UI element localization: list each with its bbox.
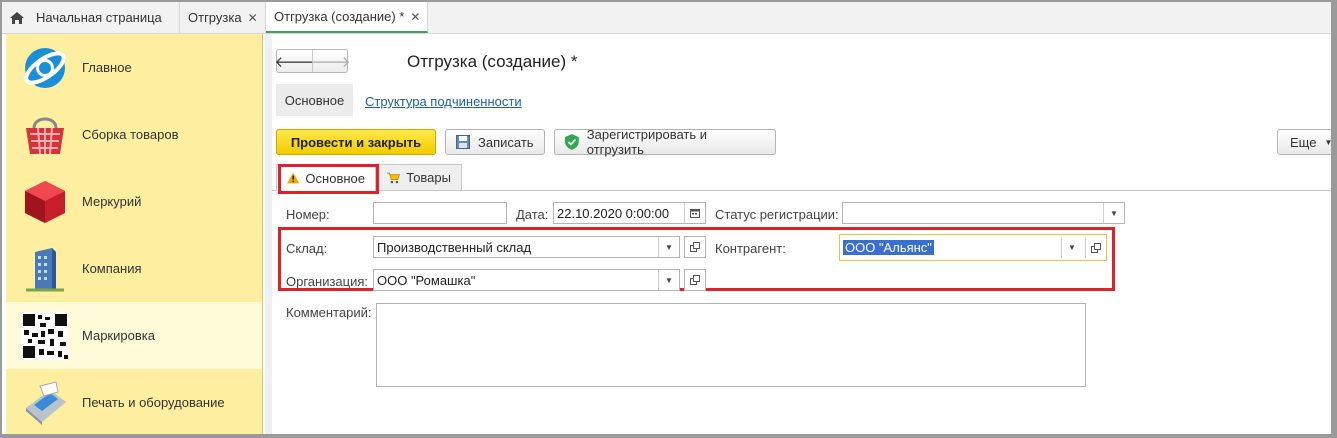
- open-window-icon: [690, 242, 700, 252]
- date-input[interactable]: 22.10.2020 0:00:00: [553, 202, 706, 224]
- tab-home[interactable]: Начальная страница: [2, 2, 180, 33]
- open-window-icon: [690, 275, 700, 285]
- organization-select[interactable]: ООО "Ромашка" ▼: [373, 269, 680, 291]
- subnav-main[interactable]: Основное: [276, 84, 353, 116]
- register-label: Зарегистрировать и отгрузить: [586, 127, 708, 157]
- window-tab-bar: Начальная страница Отгрузка ✕ Отгрузка (…: [2, 2, 1331, 34]
- more-menu-button[interactable]: Еще ▼: [1277, 129, 1331, 155]
- floppy-disk-icon: [456, 135, 470, 149]
- close-icon[interactable]: ✕: [248, 11, 258, 25]
- sidebar-item-marking[interactable]: Маркировка: [6, 302, 262, 369]
- warehouse-value: Производственный склад: [377, 239, 532, 255]
- sidebar-item-label: Главное: [82, 60, 132, 75]
- comment-label: Комментарий:: [286, 305, 372, 320]
- comment-textarea[interactable]: [376, 303, 1086, 387]
- open-warehouse-button[interactable]: [684, 236, 706, 258]
- chevron-down-icon[interactable]: ▼: [658, 270, 679, 290]
- tab-label: Отгрузка (создание) *: [274, 9, 405, 24]
- subnav-structure-link[interactable]: Структура подчиненности: [365, 94, 522, 109]
- qr-code-icon: [21, 311, 69, 360]
- save-button[interactable]: Записать: [445, 129, 545, 155]
- tab-goods-label: Товары: [406, 170, 451, 185]
- cart-icon: [387, 172, 401, 183]
- sidebar-item-label: Сборка товаров: [82, 127, 179, 142]
- forward-button[interactable]: 🡒: [310, 50, 351, 72]
- app-window: Начальная страница Отгрузка ✕ Отгрузка (…: [2, 2, 1331, 434]
- page-title: Отгрузка (создание) *: [407, 52, 578, 71]
- tab-label: Начальная страница: [36, 10, 162, 25]
- calendar-button[interactable]: [684, 203, 705, 223]
- arrow-right-icon: 🡒: [310, 53, 351, 71]
- chevron-down-icon[interactable]: ▼: [1061, 237, 1082, 258]
- sidebar: Главное Сборка товаров Меркурий Компания…: [6, 34, 263, 434]
- basket-icon: [26, 117, 64, 154]
- organization-value: ООО "Ромашка": [377, 272, 476, 288]
- more-label: Еще: [1290, 134, 1317, 150]
- back-button[interactable]: 🡐: [274, 50, 315, 72]
- tab-shipment-create[interactable]: Отгрузка (создание) * ✕: [266, 2, 428, 33]
- history-nav: 🡐 🡒: [274, 49, 351, 73]
- sidebar-item-main[interactable]: Главное: [6, 34, 262, 101]
- tab-label: Отгрузка: [188, 10, 242, 25]
- tab-shipment[interactable]: Отгрузка ✕: [180, 2, 266, 33]
- chevron-down-icon[interactable]: ▼: [1103, 203, 1124, 223]
- sidebar-item-mercury[interactable]: Меркурий: [6, 168, 262, 235]
- register-and-ship-button[interactable]: Зарегистрировать и отгрузить: [554, 127, 776, 157]
- sidebar-item-assembly[interactable]: Сборка товаров: [6, 101, 262, 168]
- open-contractor-button[interactable]: [1085, 237, 1106, 258]
- registration-status-label: Статус регистрации:: [715, 207, 839, 222]
- open-window-icon: [1091, 242, 1101, 253]
- home-icon: [10, 11, 24, 24]
- contractor-label: Контрагент:: [715, 241, 786, 256]
- registration-status-select[interactable]: ▼: [842, 202, 1125, 224]
- globe-icon: [24, 47, 66, 88]
- sidebar-item-label: Печать и оборудование: [82, 395, 225, 410]
- sidebar-item-print-equipment[interactable]: Печать и оборудование: [6, 369, 262, 434]
- sidebar-item-label: Меркурий: [82, 194, 142, 209]
- building-icon: [26, 247, 64, 291]
- date-label: Дата:: [516, 207, 549, 222]
- chevron-down-icon: ▼: [1324, 137, 1331, 147]
- warehouse-select[interactable]: Производственный склад ▼: [373, 236, 680, 258]
- sidebar-item-company[interactable]: Компания: [6, 235, 262, 302]
- open-organization-button[interactable]: [684, 269, 706, 291]
- organization-label: Организация:: [286, 274, 369, 289]
- cube-icon: [25, 180, 65, 223]
- contractor-select[interactable]: ООО "Альянс" ▼: [839, 234, 1107, 261]
- shield-check-icon: [565, 134, 579, 150]
- document-form: 🡐 🡒 Отгрузка (создание) * Основное Струк…: [272, 34, 1331, 434]
- terminal-icon: [26, 380, 66, 425]
- sidebar-item-label: Маркировка: [82, 328, 155, 343]
- sidebar-item-label: Компания: [82, 261, 142, 276]
- arrow-left-icon: 🡐: [274, 53, 315, 71]
- post-and-close-button[interactable]: Провести и закрыть: [276, 129, 436, 155]
- number-input[interactable]: [373, 202, 507, 224]
- warehouse-label: Склад:: [286, 241, 328, 256]
- close-icon[interactable]: ✕: [410, 10, 420, 24]
- tab-goods[interactable]: Товары: [376, 164, 462, 190]
- calendar-icon: [690, 209, 700, 218]
- form-tab-bar: Основное Товары: [272, 164, 1331, 191]
- number-label: Номер:: [286, 207, 330, 222]
- date-value: 22.10.2020 0:00:00: [557, 205, 670, 221]
- save-label: Записать: [478, 134, 534, 150]
- chevron-down-icon[interactable]: ▼: [658, 237, 679, 257]
- contractor-value: ООО "Альянс": [843, 240, 934, 255]
- highlight-main-tab: [278, 164, 379, 194]
